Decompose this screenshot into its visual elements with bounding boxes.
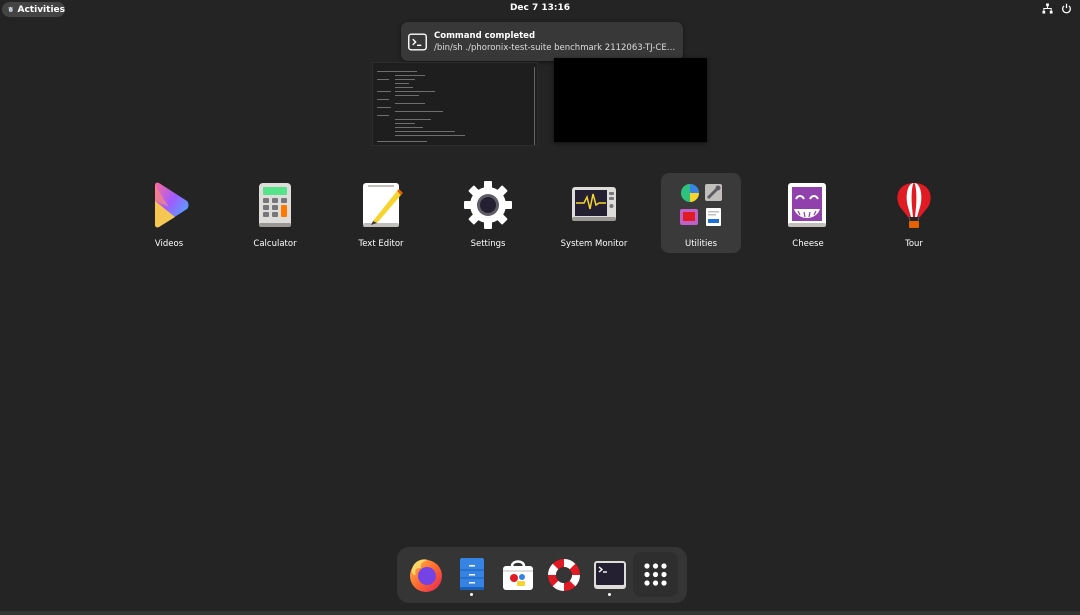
- activities-label: Activities: [17, 4, 66, 15]
- system-monitor-icon: [572, 187, 616, 221]
- calculator-icon: [259, 183, 291, 227]
- notification-body: /bin/sh ./phoronix-test-suite benchmark …: [434, 42, 678, 53]
- terminal-icon: [408, 32, 427, 51]
- cheese-icon: [788, 183, 826, 227]
- running-indicator: [608, 593, 611, 596]
- app-label: Settings: [470, 239, 506, 249]
- settings-gear-icon: [464, 181, 512, 229]
- scrollbar: [534, 67, 535, 145]
- tour-balloon-icon: [897, 183, 931, 228]
- app-calculator[interactable]: Calculator: [235, 173, 315, 253]
- clock[interactable]: Dec 7 13:16: [510, 3, 570, 13]
- dock-terminal[interactable]: [590, 555, 630, 596]
- app-label: Calculator: [253, 239, 297, 249]
- app-label: Utilities: [685, 239, 717, 249]
- app-settings[interactable]: Settings: [448, 173, 528, 253]
- app-label: System Monitor: [560, 239, 628, 249]
- app-system-monitor[interactable]: System Monitor: [554, 173, 634, 253]
- network-icon[interactable]: [1042, 3, 1053, 14]
- system-tray[interactable]: [1042, 3, 1072, 14]
- app-text-editor[interactable]: Text Editor: [341, 173, 421, 253]
- help-lifebuoy-icon: [548, 559, 580, 591]
- bottom-edge: [0, 611, 1080, 615]
- utilities-folder-icon: [680, 184, 722, 226]
- dock-firefox[interactable]: [406, 555, 446, 595]
- terminal-icon: [594, 561, 626, 589]
- app-videos[interactable]: Videos: [129, 173, 209, 253]
- app-grid: Videos Calculator Text Editor Settings S…: [0, 173, 1080, 253]
- gnome-foot-icon: [8, 6, 13, 12]
- notification-banner[interactable]: Command completed /bin/sh ./phoronix-tes…: [401, 22, 683, 61]
- dock-files[interactable]: [452, 555, 492, 596]
- black-window-thumbnail[interactable]: [554, 58, 707, 142]
- show-apps-button[interactable]: [633, 552, 678, 597]
- software-icon: [503, 560, 533, 590]
- power-icon[interactable]: [1061, 3, 1072, 14]
- app-label: Videos: [154, 239, 184, 249]
- files-icon: [460, 558, 484, 590]
- running-indicator: [470, 593, 473, 596]
- videos-icon: [155, 182, 189, 228]
- app-tour[interactable]: Tour: [874, 173, 954, 253]
- terminal-window-thumbnail[interactable]: [372, 62, 538, 146]
- activities-button[interactable]: Activities: [2, 2, 65, 17]
- dock-software[interactable]: [498, 555, 538, 595]
- notification-title: Command completed: [434, 30, 536, 41]
- text-editor-icon: [363, 183, 403, 227]
- app-label: Tour: [905, 239, 923, 249]
- app-label: Text Editor: [358, 239, 404, 249]
- app-utilities-folder[interactable]: Utilities: [661, 173, 741, 253]
- app-label: Cheese: [792, 239, 824, 249]
- show-apps-grid-icon: [644, 563, 667, 586]
- top-bar: Activities Dec 7 13:16: [0, 0, 1080, 19]
- app-cheese[interactable]: Cheese: [768, 173, 848, 253]
- dock-help[interactable]: [544, 555, 584, 595]
- firefox-icon: [410, 559, 442, 592]
- dock: [397, 547, 687, 603]
